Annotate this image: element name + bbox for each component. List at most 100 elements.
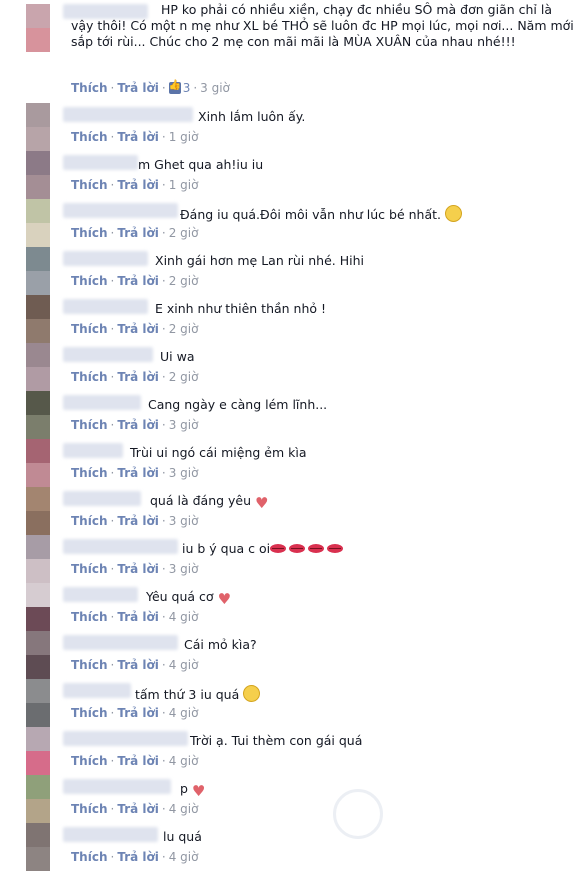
timestamp[interactable]: 4 giờ bbox=[169, 706, 199, 720]
timestamp[interactable]: 2 giờ bbox=[169, 226, 199, 240]
reply-link[interactable]: Trả lời bbox=[117, 130, 159, 144]
comment-item: Đáng iu quá.Đôi môi vẫn như lúc bé nhất.… bbox=[0, 199, 580, 247]
reply-link[interactable]: Trả lời bbox=[117, 81, 159, 95]
like-link[interactable]: Thích bbox=[71, 178, 108, 192]
commenter-name[interactable] bbox=[63, 779, 171, 794]
avatar[interactable] bbox=[26, 775, 50, 823]
like-link[interactable]: Thích bbox=[71, 466, 108, 480]
commenter-name[interactable] bbox=[63, 587, 138, 602]
like-link[interactable]: Thích bbox=[71, 322, 108, 336]
timestamp[interactable]: 4 giờ bbox=[169, 610, 199, 624]
heart-emoji: ♥ bbox=[217, 590, 232, 608]
reply-link[interactable]: Trả lời bbox=[117, 850, 159, 864]
commenter-name[interactable] bbox=[63, 395, 141, 410]
avatar[interactable] bbox=[26, 391, 50, 439]
reply-link[interactable]: Trả lời bbox=[117, 754, 159, 768]
like-link[interactable]: Thích bbox=[71, 514, 108, 528]
timestamp[interactable]: 2 giờ bbox=[169, 322, 199, 336]
commenter-name[interactable] bbox=[63, 539, 178, 554]
commenter-name[interactable] bbox=[63, 491, 141, 506]
avatar[interactable] bbox=[26, 103, 50, 151]
avatar[interactable] bbox=[26, 823, 50, 871]
avatar[interactable] bbox=[26, 295, 50, 343]
commenter-name[interactable] bbox=[63, 443, 123, 458]
comment-item: Cái mỏ kìa? Thích · Trả lời · 4 giờ bbox=[0, 631, 580, 679]
like-link[interactable]: Thích bbox=[71, 850, 108, 864]
comment-actions: Thích · Trả lời · 3 giờ bbox=[71, 466, 199, 480]
comment-item: quá là đáng yêu ♥ Thích · Trả lời · 3 giờ bbox=[0, 487, 580, 535]
avatar[interactable] bbox=[26, 439, 50, 487]
reply-link[interactable]: Trả lời bbox=[117, 274, 159, 288]
commenter-name[interactable] bbox=[63, 683, 131, 698]
timestamp[interactable]: 2 giờ bbox=[169, 370, 199, 384]
reply-link[interactable]: Trả lời bbox=[117, 226, 159, 240]
comment-actions: Thích · Trả lời · 2 giờ bbox=[71, 370, 199, 384]
like-link[interactable]: Thích bbox=[71, 418, 108, 432]
timestamp[interactable]: 1 giờ bbox=[169, 178, 199, 192]
avatar[interactable] bbox=[26, 631, 50, 679]
comment-item: tấm thứ 3 iu quá Thích · Trả lời · 4 giờ bbox=[0, 679, 580, 727]
avatar[interactable] bbox=[26, 679, 50, 727]
like-link[interactable]: Thích bbox=[71, 274, 108, 288]
avatar[interactable] bbox=[26, 487, 50, 535]
avatar[interactable] bbox=[26, 151, 50, 199]
reply-link[interactable]: Trả lời bbox=[117, 322, 159, 336]
reply-link[interactable]: Trả lời bbox=[117, 610, 159, 624]
comment-text: p ♥ bbox=[180, 781, 206, 800]
commenter-name[interactable] bbox=[63, 827, 158, 842]
timestamp[interactable]: 1 giờ bbox=[169, 130, 199, 144]
like-link[interactable]: Thích bbox=[71, 370, 108, 384]
timestamp[interactable]: 3 giờ bbox=[169, 562, 199, 576]
commenter-name[interactable] bbox=[63, 251, 148, 266]
commenter-name[interactable] bbox=[63, 299, 148, 314]
lips-emoji bbox=[327, 544, 344, 553]
comment-text: Đáng iu quá.Đôi môi vẫn như lúc bé nhất. bbox=[180, 205, 462, 223]
reply-link[interactable]: Trả lời bbox=[117, 514, 159, 528]
reply-link[interactable]: Trả lời bbox=[117, 706, 159, 720]
avatar[interactable] bbox=[26, 535, 50, 583]
reply-link[interactable]: Trả lời bbox=[117, 658, 159, 672]
reply-link[interactable]: Trả lời bbox=[117, 802, 159, 816]
commenter-name[interactable] bbox=[63, 107, 193, 122]
like-link[interactable]: Thích bbox=[71, 226, 108, 240]
like-link[interactable]: Thích bbox=[71, 658, 108, 672]
commenter-name[interactable] bbox=[63, 203, 178, 218]
like-link[interactable]: Thích bbox=[71, 610, 108, 624]
commenter-name[interactable] bbox=[63, 731, 188, 746]
comment-text: Yêu quá cơ ♥ bbox=[146, 589, 232, 608]
timestamp[interactable]: 3 giờ bbox=[169, 466, 199, 480]
avatar[interactable] bbox=[26, 247, 50, 295]
timestamp[interactable]: 4 giờ bbox=[169, 802, 199, 816]
commenter-name[interactable] bbox=[63, 347, 153, 362]
timestamp[interactable]: 4 giờ bbox=[169, 658, 199, 672]
reply-link[interactable]: Trả lời bbox=[117, 466, 159, 480]
like-link[interactable]: Thích bbox=[71, 802, 108, 816]
timestamp[interactable]: 4 giờ bbox=[169, 754, 199, 768]
timestamp[interactable]: 2 giờ bbox=[169, 274, 199, 288]
reply-link[interactable]: Trả lời bbox=[117, 418, 159, 432]
reply-link[interactable]: Trả lời bbox=[117, 370, 159, 384]
timestamp[interactable]: 4 giờ bbox=[169, 850, 199, 864]
commenter-name[interactable] bbox=[63, 155, 138, 170]
comment-text: Trùi ui ngó cái miệng ẻm kìa bbox=[130, 445, 307, 460]
avatar[interactable] bbox=[26, 583, 50, 631]
comment-actions: Thích · Trả lời · 4 giờ bbox=[71, 754, 199, 768]
like-link[interactable]: Thích bbox=[71, 754, 108, 768]
avatar[interactable] bbox=[26, 727, 50, 775]
like-count[interactable]: 3 bbox=[168, 80, 190, 95]
timestamp[interactable]: 3 giờ bbox=[169, 418, 199, 432]
like-link[interactable]: Thích bbox=[71, 562, 108, 576]
lips-emoji bbox=[308, 544, 325, 553]
avatar[interactable] bbox=[26, 199, 50, 247]
reply-link[interactable]: Trả lời bbox=[117, 562, 159, 576]
timestamp[interactable]: 3 giờ bbox=[169, 514, 199, 528]
avatar[interactable] bbox=[26, 343, 50, 391]
comment-item: HP ko phải có nhiều xiền, chạy đc nhiều … bbox=[0, 0, 580, 98]
like-link[interactable]: Thích bbox=[71, 706, 108, 720]
reply-link[interactable]: Trả lời bbox=[117, 178, 159, 192]
like-link[interactable]: Thích bbox=[71, 81, 108, 95]
timestamp[interactable]: 3 giờ bbox=[200, 81, 230, 95]
avatar[interactable] bbox=[26, 4, 50, 52]
commenter-name[interactable] bbox=[63, 635, 178, 650]
like-link[interactable]: Thích bbox=[71, 130, 108, 144]
